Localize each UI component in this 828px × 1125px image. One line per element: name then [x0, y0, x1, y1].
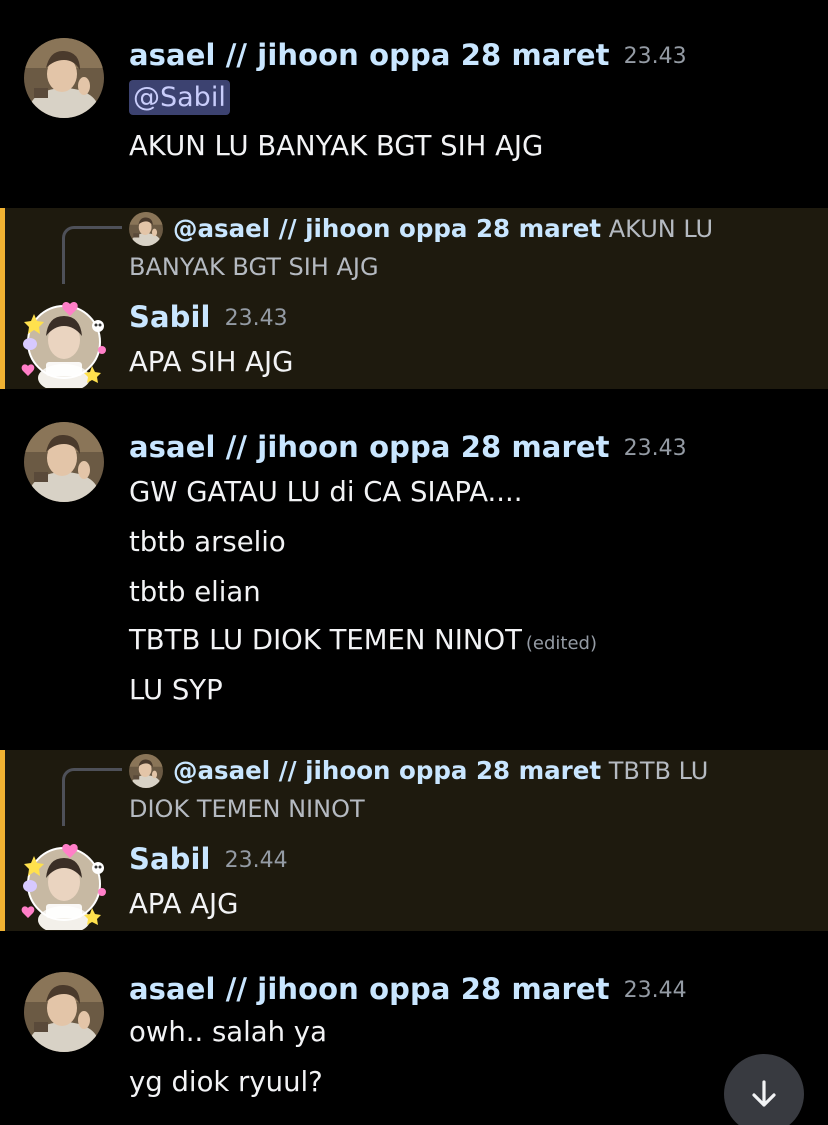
- reply-preview[interactable]: @asael // jihoon oppa 28 maret AKUN LU B…: [129, 210, 769, 286]
- message-text: tbtb elian: [129, 576, 261, 608]
- message-timestamp: 23.43: [224, 306, 288, 331]
- message-text: tbtb arselio: [129, 526, 286, 558]
- chat-message-list[interactable]: asael // jihoon oppa 28 maret 23.43 @Sabi…: [0, 0, 828, 1125]
- message-text: yg diok ryuul?: [129, 1066, 323, 1098]
- message-item[interactable]: asael // jihoon oppa 28 maret 23.43 @Sabi…: [0, 0, 828, 200]
- reply-author: @asael // jihoon oppa 28 maret: [173, 214, 602, 243]
- arrow-down-icon: [752, 1080, 776, 1107]
- message-item[interactable]: @asael // jihoon oppa 28 maret TBTB LU D…: [0, 750, 828, 931]
- message-item[interactable]: asael // jihoon oppa 28 maret 23.44 owh..…: [0, 952, 828, 1125]
- message-timestamp: 23.44: [224, 848, 288, 873]
- message-author[interactable]: asael // jihoon oppa 28 maret: [129, 430, 610, 464]
- message-timestamp: 23.43: [623, 436, 687, 461]
- message-item[interactable]: asael // jihoon oppa 28 maret 23.43 GW GA…: [0, 410, 828, 730]
- message-text: AKUN LU BANYAK BGT SIH AJG: [129, 130, 544, 162]
- message-text: GW GATAU LU di CA SIAPA....: [129, 476, 523, 508]
- message-item[interactable]: @asael // jihoon oppa 28 maret AKUN LU B…: [0, 208, 828, 389]
- user-avatar[interactable]: [18, 296, 110, 388]
- message-author[interactable]: Sabil: [129, 842, 211, 876]
- user-avatar[interactable]: [18, 838, 110, 930]
- message-author[interactable]: asael // jihoon oppa 28 maret: [129, 38, 610, 72]
- reply-connector: [62, 768, 122, 826]
- message-timestamp: 23.43: [623, 44, 687, 69]
- message-timestamp: 23.44: [623, 978, 687, 1003]
- reply-author: @asael // jihoon oppa 28 maret: [173, 756, 602, 785]
- message-text: APA SIH AJG: [129, 346, 294, 378]
- user-avatar[interactable]: [24, 972, 104, 1052]
- scroll-to-bottom-button[interactable]: [724, 1054, 804, 1125]
- message-text: APA AJG: [129, 888, 239, 920]
- message-text: owh.. salah ya: [129, 1016, 327, 1048]
- user-mention[interactable]: @Sabil: [129, 80, 230, 115]
- reply-connector: [62, 226, 122, 284]
- message-author[interactable]: Sabil: [129, 300, 211, 334]
- reply-preview[interactable]: @asael // jihoon oppa 28 maret TBTB LU D…: [129, 752, 769, 828]
- message-text: TBTB LU DIOK TEMEN NINOT: [129, 624, 522, 656]
- edited-label: (edited): [525, 633, 597, 654]
- message-text: LU SYP: [129, 674, 223, 706]
- user-avatar[interactable]: [24, 38, 104, 118]
- message-author[interactable]: asael // jihoon oppa 28 maret: [129, 972, 610, 1006]
- user-avatar[interactable]: [24, 422, 104, 502]
